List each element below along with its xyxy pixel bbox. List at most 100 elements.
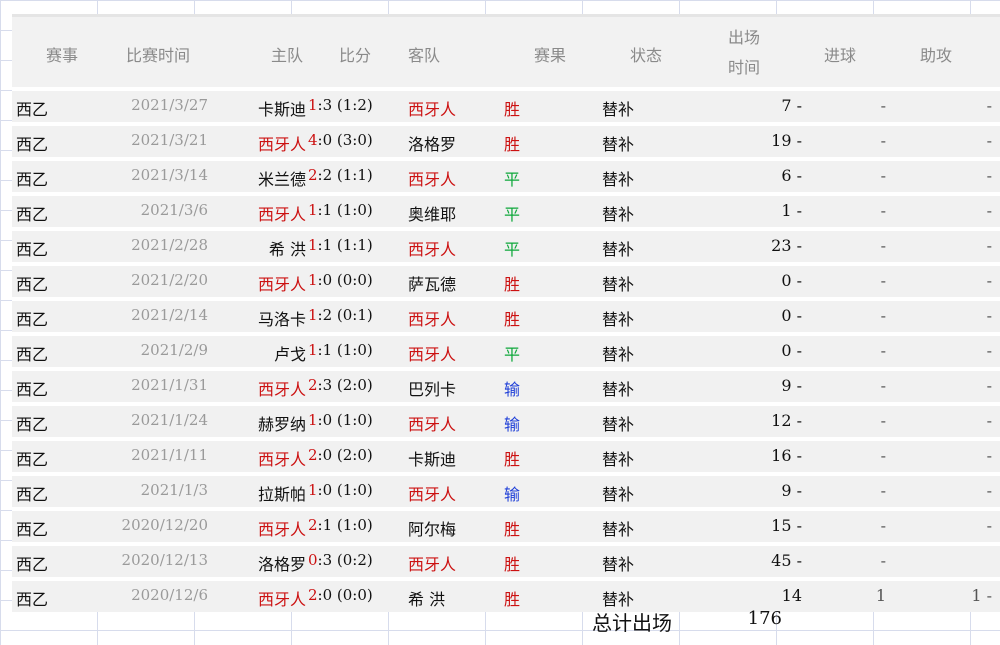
cell-away-team: 西牙人	[408, 100, 457, 119]
cell-away-team: 阿尔梅	[408, 520, 457, 539]
cell-minutes: 19 -	[771, 131, 802, 150]
header-date: 比赛时间	[126, 46, 191, 65]
cell-score-rest: :3 (2:0)	[317, 376, 373, 394]
cell-minutes: 0 -	[781, 341, 802, 360]
cell-minutes: 6 -	[781, 166, 802, 185]
cell-score-rest: :0 (1:0)	[317, 481, 373, 499]
cell-score: 0:3 (0:2)	[308, 551, 373, 569]
cell-assists: -	[986, 516, 992, 535]
cell-minutes: 1 -	[781, 201, 802, 220]
cell-score-home: 1	[308, 481, 318, 499]
cell-date: 2021/2/14	[131, 306, 208, 324]
cell-home-team: 西牙人	[257, 520, 306, 539]
cell-score-home: 1	[308, 236, 318, 254]
cell-date: 2021/1/11	[131, 446, 208, 464]
cell-away-team: 西牙人	[408, 310, 457, 329]
cell-assists: -	[986, 201, 992, 220]
cell-minutes: 45 -	[771, 551, 802, 570]
cell-assists: -	[986, 166, 992, 185]
cell-goals: -	[880, 131, 886, 150]
cell-score: 1:2 (0:1)	[308, 306, 373, 324]
cell-score-home: 1	[308, 271, 318, 289]
cell-score-home: 2	[308, 166, 318, 184]
cell-assists: -	[986, 411, 992, 430]
cell-score-rest: :0 (0:0)	[317, 586, 373, 604]
table-row: 西乙 2021/2/9 卢戈 1:1 (1:0) 西牙人 平 替补 0 - - -	[12, 332, 1000, 367]
cell-score: 2:1 (1:0)	[308, 516, 373, 534]
cell-result: 输	[504, 380, 521, 399]
cell-date: 2020/12/6	[131, 586, 208, 604]
cell-league: 西乙	[16, 240, 49, 259]
match-table: 赛事 比赛时间 主队 比分 客队 赛果 状态 出场 时间 进球 助攻 西乙 202…	[12, 14, 1000, 612]
cell-score-home: 2	[308, 586, 318, 604]
cell-date: 2020/12/13	[121, 551, 208, 569]
cell-goals: -	[880, 551, 886, 570]
cell-result: 平	[504, 205, 521, 224]
cell-goals: 1	[875, 586, 886, 605]
cell-away-team: 萨瓦德	[408, 275, 457, 294]
table-row: 西乙 2020/12/20 西牙人 2:1 (1:0) 阿尔梅 胜 替补 15 - - -	[12, 507, 1000, 542]
cell-score: 1:0 (1:0)	[308, 411, 373, 429]
cell-score: 1:0 (1:0)	[308, 481, 373, 499]
cell-league: 西乙	[16, 380, 49, 399]
header-duration: 出场 时间	[724, 23, 764, 83]
cell-score-home: 0	[308, 551, 318, 569]
cell-date: 2021/3/6	[140, 201, 208, 219]
cell-status: 替补	[602, 170, 635, 189]
cell-date: 2020/12/20	[121, 516, 208, 534]
cell-status: 替补	[602, 275, 635, 294]
table-row: 西乙 2021/1/11 西牙人 2:0 (2:0) 卡斯迪 胜 替补 16 - - -	[12, 437, 1000, 472]
cell-minutes: 0 -	[781, 271, 802, 290]
cell-score: 1:1 (1:0)	[308, 341, 373, 359]
cell-league: 西乙	[16, 485, 49, 504]
cell-goals: -	[880, 446, 886, 465]
cell-score: 1:1 (1:0)	[308, 201, 373, 219]
cell-result: 平	[504, 240, 521, 259]
cell-result: 胜	[504, 310, 521, 329]
table-row: 西乙 2021/3/6 西牙人 1:1 (1:0) 奥维耶 平 替补 1 - - -	[12, 192, 1000, 227]
cell-status: 替补	[602, 520, 635, 539]
cell-assists: -	[986, 306, 992, 325]
cell-minutes: 14	[781, 586, 802, 605]
cell-league: 西乙	[16, 345, 49, 364]
cell-score: 1:1 (1:1)	[308, 236, 373, 254]
cell-status: 替补	[602, 450, 635, 469]
cell-date: 2021/2/28	[131, 236, 208, 254]
cell-goals: -	[880, 376, 886, 395]
cell-date: 2021/2/20	[131, 271, 208, 289]
cell-assists: -	[986, 376, 992, 395]
cell-league: 西乙	[16, 590, 49, 609]
cell-result: 胜	[504, 520, 521, 539]
cell-score-home: 1	[308, 341, 318, 359]
cell-assists: -	[986, 236, 992, 255]
cell-away-team: 希 洪	[408, 590, 446, 609]
cell-home-team: 卢戈	[273, 345, 306, 364]
cell-result: 平	[504, 170, 521, 189]
cell-goals: -	[880, 481, 886, 500]
cell-home-team: 米兰德	[257, 170, 306, 189]
cell-goals: -	[880, 201, 886, 220]
cell-minutes: 9 -	[781, 481, 802, 500]
header-assists: 助攻	[920, 46, 953, 65]
cell-minutes: 0 -	[781, 306, 802, 325]
cell-minutes: 16 -	[771, 446, 802, 465]
cell-status: 替补	[602, 485, 635, 504]
cell-result: 胜	[504, 450, 521, 469]
total-row: 总计出场 176	[592, 604, 792, 636]
header-status: 状态	[630, 46, 663, 65]
cell-status: 替补	[602, 100, 635, 119]
cell-goals: -	[880, 341, 886, 360]
table-row: 西乙 2021/2/28 希 洪 1:1 (1:1) 西牙人 平 替补 23 - - -	[12, 227, 1000, 262]
cell-score-rest: :1 (1:1)	[317, 236, 373, 254]
cell-score-rest: :3 (1:2)	[317, 96, 373, 114]
header-home: 主队	[271, 46, 304, 65]
cell-minutes: 15 -	[771, 516, 802, 535]
cell-score-rest: :3 (0:2)	[317, 551, 373, 569]
cell-result: 输	[504, 415, 521, 434]
cell-away-team: 西牙人	[408, 240, 457, 259]
cell-league: 西乙	[16, 100, 49, 119]
cell-result: 胜	[504, 590, 521, 609]
cell-date: 2021/1/31	[131, 376, 208, 394]
cell-assists: -	[986, 96, 992, 115]
cell-home-team: 马洛卡	[257, 310, 306, 329]
